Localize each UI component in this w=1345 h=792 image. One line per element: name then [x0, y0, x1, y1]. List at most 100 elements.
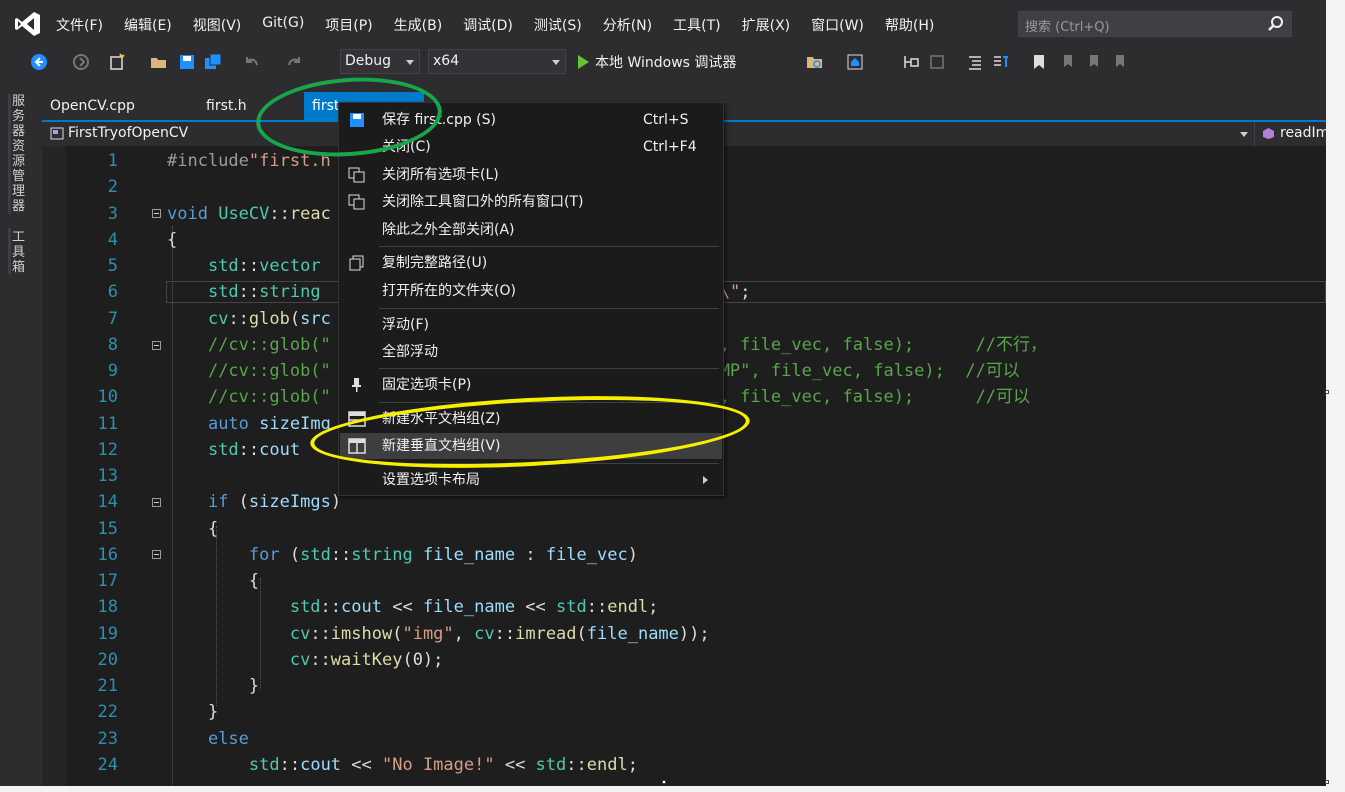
fold-toggle[interactable] [152, 550, 161, 559]
pin-icon [352, 378, 361, 392]
line-number: 3 [107, 204, 118, 224]
platform-value: x64 [433, 53, 460, 69]
home-icon[interactable] [846, 53, 864, 71]
resize-handle[interactable] [1325, 390, 1329, 394]
menu-item-shortcut: Ctrl+F4 [643, 139, 697, 155]
undo-icon[interactable] [242, 53, 260, 71]
line-number: 15 [97, 519, 118, 539]
line-number: 1 [107, 151, 118, 171]
format-icon[interactable] [966, 53, 984, 71]
forward-icon[interactable] [72, 53, 90, 71]
visual-studio-window: 文件(F) 编辑(E) 视图(V) Git(G) 项目(P) 生成(B) 调试(… [0, 0, 1326, 786]
menu-item-label: 关闭除工具窗口外的所有窗口(T) [382, 194, 584, 210]
menu-bar: 文件(F) 编辑(E) 视图(V) Git(G) 项目(P) 生成(B) 调试(… [0, 0, 1326, 46]
menu-item-pin-tab[interactable]: 固定选项卡(P) [340, 372, 722, 398]
menu-separator [379, 308, 719, 309]
tab-first-h[interactable]: first.h [198, 92, 255, 120]
step-icon[interactable] [902, 53, 920, 71]
menu-git[interactable]: Git(G) [262, 15, 315, 35]
menu-item-open-containing-folder[interactable]: 打开所在的文件夹(O) [340, 278, 722, 304]
fold-toggle[interactable] [152, 498, 161, 507]
tab-opencv-cpp[interactable]: OpenCV.cpp [42, 92, 143, 120]
save-icon[interactable] [178, 53, 196, 71]
menu-item-close-all-but-tool-windows[interactable]: 关闭除工具窗口外的所有窗口(T) [340, 189, 722, 215]
menu-item-float-all[interactable]: 全部浮动 [340, 339, 722, 365]
code-line: std::cout [207, 440, 301, 460]
menu-item-label: 全部浮动 [382, 344, 438, 360]
line-number: 14 [97, 492, 118, 512]
menu-build[interactable]: 生成(B) [394, 15, 454, 35]
code-line: else [207, 729, 249, 749]
code-line: { [167, 571, 260, 591]
line-number: 5 [107, 256, 118, 276]
nav-divider [1254, 122, 1255, 146]
menu-extensions[interactable]: 扩展(X) [742, 15, 802, 35]
fold-toggle[interactable] [152, 209, 161, 218]
method-icon [1263, 128, 1274, 139]
menu-help[interactable]: 帮助(H) [885, 15, 945, 35]
line-number: 16 [97, 545, 118, 565]
code-line: std::cout << file_name << std::endl; [289, 597, 659, 617]
server-explorer-tab[interactable]: 服务器资源管理器 [12, 94, 30, 214]
line-number: 17 [97, 571, 118, 591]
layout-icon[interactable] [928, 53, 946, 71]
save-all-icon[interactable] [204, 53, 222, 71]
editor-gutter [42, 146, 66, 786]
browse-folder-icon[interactable] [806, 53, 824, 71]
start-debugging-button[interactable]: 本地 Windows 调试器 [578, 52, 736, 72]
menu-test[interactable]: 测试(S) [534, 15, 593, 35]
menu-window[interactable]: 窗口(W) [811, 15, 875, 35]
menu-item-close-all-tabs[interactable]: 关闭所有选项卡(L) [340, 162, 722, 188]
menu-debug[interactable]: 调试(D) [463, 15, 524, 35]
menu-project[interactable]: 项目(P) [325, 15, 383, 35]
fold-toggle[interactable] [152, 341, 161, 350]
menu-tools[interactable]: 工具(T) [673, 15, 731, 35]
chevron-down-icon [406, 60, 414, 65]
configuration-value: Debug [345, 53, 392, 69]
close-windows-icon [348, 194, 365, 210]
project-icon [50, 127, 64, 140]
member-dropdown[interactable]: readIm [1280, 125, 1326, 141]
toolbox-tab[interactable]: 工具箱 [12, 230, 30, 275]
menu-item-float[interactable]: 浮动(F) [340, 312, 722, 338]
line-number: 2 [107, 177, 118, 197]
code-line: { [167, 519, 219, 539]
chevron-down-icon[interactable] [1240, 132, 1248, 137]
menu-item-set-tab-layout[interactable]: 设置选项卡布局 [340, 467, 722, 493]
solution-configuration-select[interactable]: Debug [340, 49, 420, 74]
code-line: { [167, 230, 178, 250]
redo-icon[interactable] [286, 53, 304, 71]
resize-handle[interactable] [1325, 780, 1329, 784]
next-bookmark-icon[interactable] [1084, 53, 1102, 71]
line-number: 21 [97, 676, 118, 696]
chevron-down-icon [552, 60, 560, 65]
menu-item-close-all-but-this[interactable]: 除此之外全部关闭(A) [340, 217, 722, 243]
bookmark-icon[interactable] [1030, 53, 1048, 71]
line-number: 13 [97, 466, 118, 486]
menu-item-label: 固定选项卡(P) [382, 377, 472, 393]
line-number: 20 [97, 650, 118, 670]
code-line: } [167, 702, 219, 722]
line-number: 24 [97, 755, 118, 775]
play-icon [578, 55, 589, 69]
menu-item-copy-full-path[interactable]: 复制完整路径(U) [340, 250, 722, 276]
menu-edit[interactable]: 编辑(E) [124, 15, 183, 35]
solution-platform-select[interactable]: x64 [428, 49, 566, 74]
close-all-tabs-icon [348, 167, 365, 183]
resize-handle[interactable] [662, 780, 666, 784]
back-icon[interactable] [30, 53, 48, 71]
new-project-icon[interactable] [108, 53, 126, 71]
search-box[interactable]: 搜索 (Ctrl+Q) [1018, 11, 1292, 37]
code-line: auto sizeImg [207, 414, 331, 434]
menu-file[interactable]: 文件(F) [56, 15, 114, 35]
dock-divider [8, 228, 11, 274]
copy-path-icon [349, 255, 364, 271]
prev-bookmark-icon[interactable] [1058, 53, 1076, 71]
comment-icon[interactable] [992, 53, 1010, 71]
menu-view[interactable]: 视图(V) [193, 15, 253, 35]
code-line: if (sizeImgs) [207, 492, 342, 512]
clear-bookmarks-icon[interactable] [1110, 53, 1128, 71]
open-folder-icon[interactable] [150, 53, 168, 71]
menu-analyze[interactable]: 分析(N) [603, 15, 663, 35]
project-dropdown[interactable]: FirstTryofOpenCV [68, 125, 188, 141]
